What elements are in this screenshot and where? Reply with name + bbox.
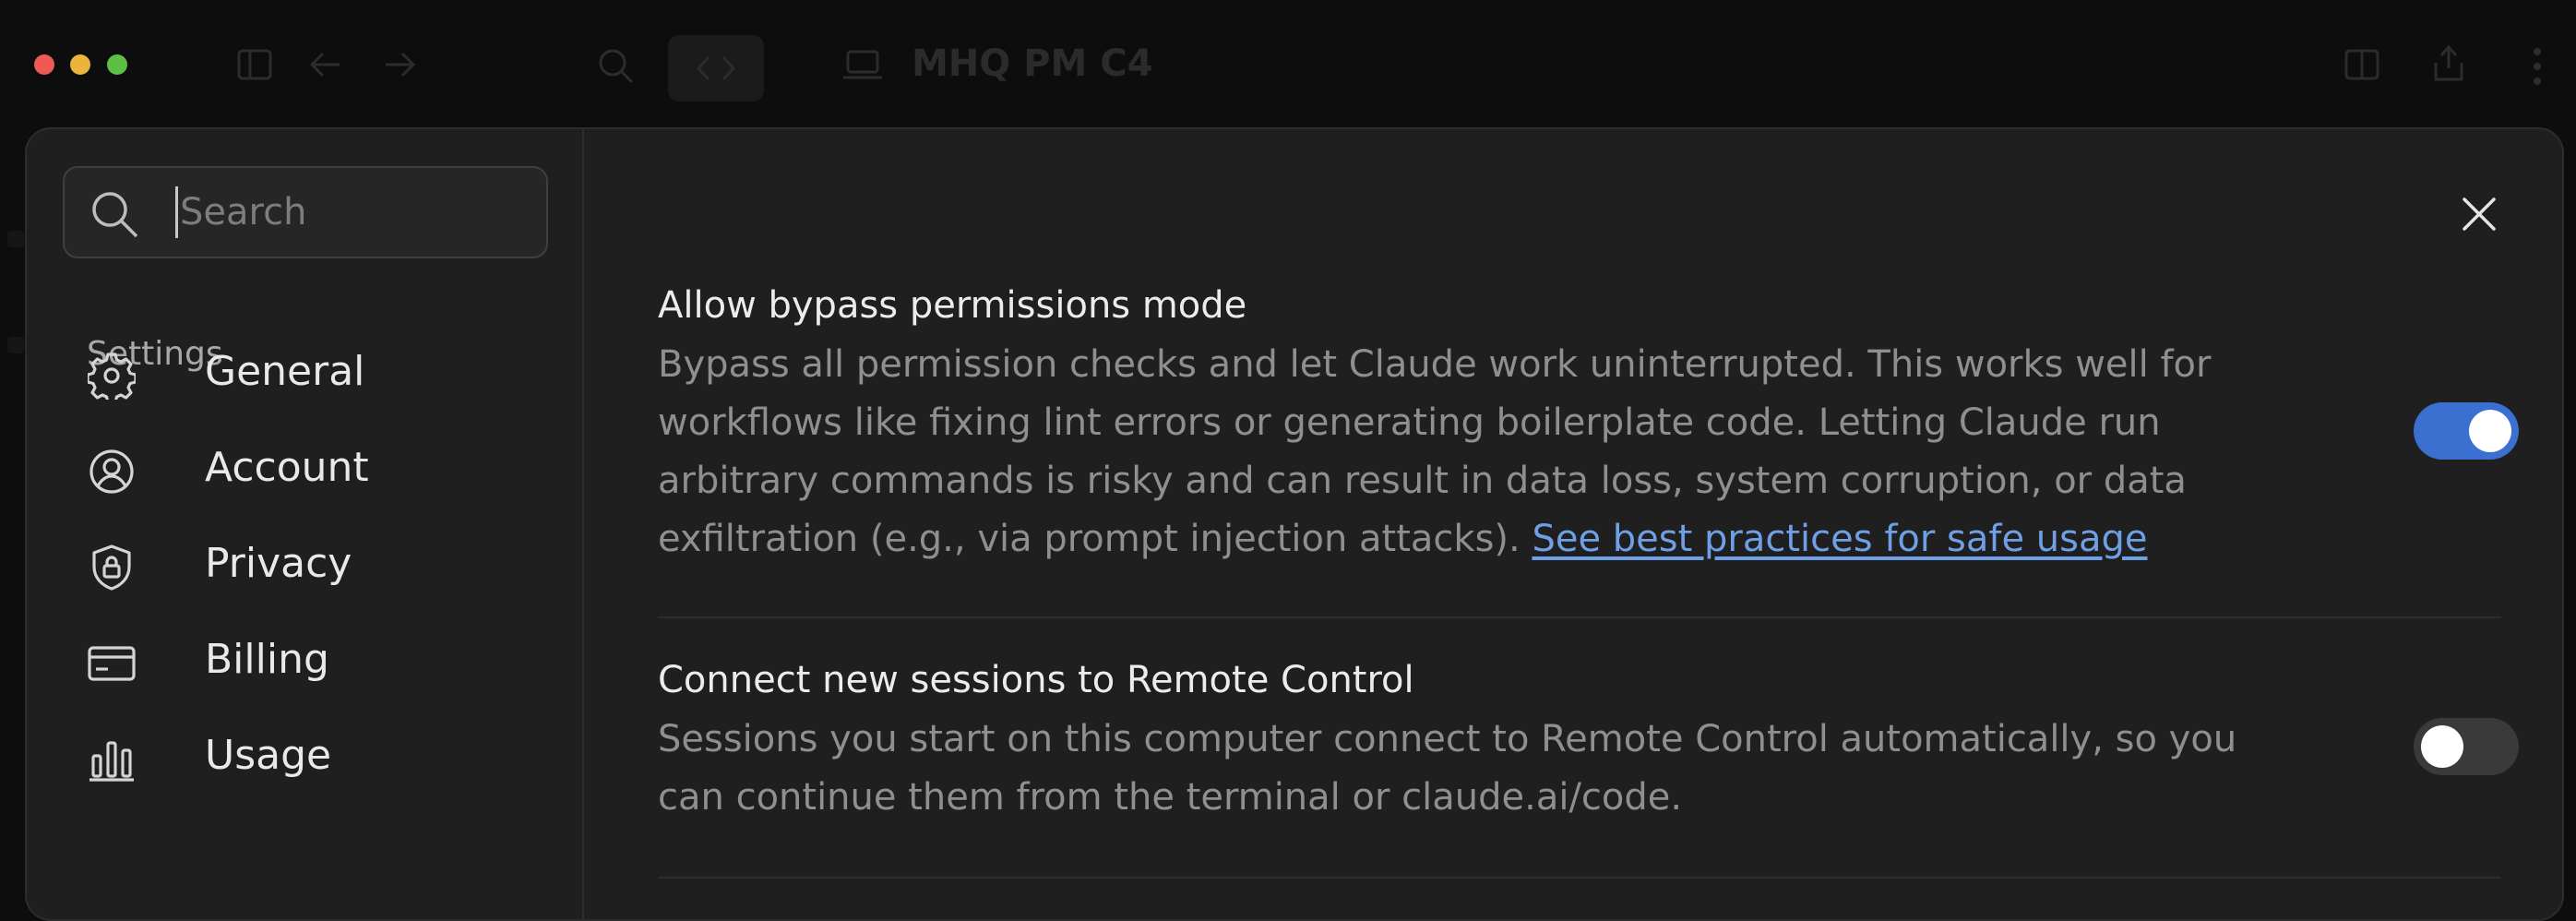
toggle-knob bbox=[2421, 725, 2463, 768]
code-view-button[interactable] bbox=[668, 35, 764, 102]
background-sidebar-hint bbox=[7, 337, 24, 353]
settings-modal: Settings General Account Privacy bbox=[25, 127, 2564, 921]
gear-icon bbox=[88, 353, 136, 400]
more-options-icon[interactable] bbox=[2532, 46, 2543, 87]
back-arrow-icon[interactable] bbox=[308, 48, 343, 81]
remote-control-toggle[interactable] bbox=[2414, 718, 2519, 775]
credit-card-icon bbox=[88, 646, 136, 681]
share-icon[interactable] bbox=[2430, 42, 2467, 85]
search-box[interactable] bbox=[63, 166, 548, 258]
panel-layout-icon[interactable] bbox=[2343, 46, 2380, 83]
user-circle-icon bbox=[89, 449, 134, 494]
sidebar-item-label: General bbox=[205, 348, 365, 395]
code-icon bbox=[696, 55, 736, 81]
setting-title: Connect new sessions to Remote Control bbox=[658, 659, 1414, 701]
window-title: MHQ PM C4 bbox=[912, 42, 1153, 85]
toggle-knob bbox=[2469, 410, 2511, 452]
setting-description: Bypass all permission checks and let Cla… bbox=[658, 336, 2300, 568]
sidebar-item-label: Privacy bbox=[205, 540, 352, 587]
sidebar-item-usage[interactable]: Usage bbox=[64, 715, 543, 798]
best-practices-link[interactable]: See best practices for safe usage bbox=[1532, 518, 2147, 560]
sidebar-item-label: Billing bbox=[205, 636, 329, 683]
setting-description: Sessions you start on this computer conn… bbox=[658, 718, 2237, 819]
window-close-button[interactable] bbox=[34, 54, 54, 75]
sidebar-item-general[interactable]: General bbox=[64, 331, 543, 414]
sidebar-item-account[interactable]: Account bbox=[64, 427, 543, 510]
sidebar-item-label: Usage bbox=[205, 732, 332, 779]
shield-lock-icon bbox=[92, 544, 131, 591]
sidebar-toggle-icon[interactable] bbox=[236, 46, 273, 83]
background-sidebar-hint bbox=[7, 231, 24, 247]
sidebar-item-label: Account bbox=[205, 444, 369, 491]
close-icon[interactable] bbox=[2451, 186, 2507, 242]
window-titlebar: MHQ PM C4 bbox=[0, 0, 2576, 129]
sidebar-item-privacy[interactable]: Privacy bbox=[64, 523, 543, 606]
search-icon[interactable] bbox=[596, 46, 635, 85]
search-icon bbox=[92, 192, 138, 238]
forward-arrow-icon[interactable] bbox=[382, 48, 417, 81]
divider bbox=[658, 616, 2501, 618]
laptop-icon bbox=[843, 50, 882, 79]
search-input[interactable] bbox=[175, 186, 531, 238]
bar-chart-icon bbox=[89, 741, 134, 782]
window-maximize-button[interactable] bbox=[107, 54, 127, 75]
setting-title: Allow bypass permissions mode bbox=[658, 284, 1247, 327]
divider bbox=[658, 877, 2501, 879]
bypass-permissions-toggle[interactable] bbox=[2414, 402, 2519, 460]
window-minimize-button[interactable] bbox=[70, 54, 90, 75]
settings-sidebar: Settings General Account Privacy bbox=[27, 129, 584, 919]
sidebar-item-billing[interactable]: Billing bbox=[64, 619, 543, 702]
